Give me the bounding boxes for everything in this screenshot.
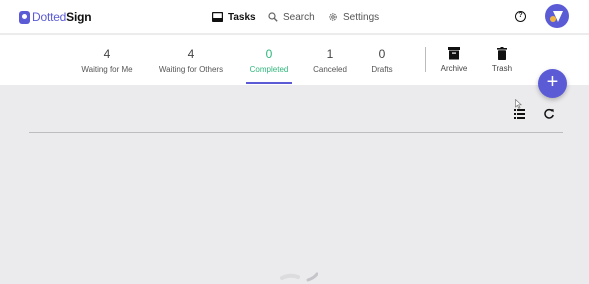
plus-icon: +: [546, 71, 559, 93]
refresh-icon[interactable]: [543, 108, 555, 120]
tab-label: Drafts: [371, 65, 393, 74]
logo-icon: [19, 10, 30, 24]
tab-label: Waiting for Others: [158, 65, 224, 74]
nav-settings[interactable]: Settings: [328, 9, 379, 25]
logo-text-dotted: Dotted: [32, 10, 67, 24]
top-nav-bar: Dotted Sign Tasks Search Settings ?: [0, 0, 589, 34]
content-divider: [29, 132, 563, 133]
nav-settings-label: Settings: [343, 11, 380, 23]
trash-icon: [497, 46, 507, 60]
tab-drafts[interactable]: 0 Drafts: [366, 47, 398, 85]
user-avatar[interactable]: [545, 4, 569, 28]
loading-spinner-icon: [280, 272, 318, 282]
tab-archive[interactable]: Archive: [436, 45, 472, 73]
tab-label: Waiting for Me: [81, 65, 133, 74]
tab-label: Trash: [491, 64, 513, 73]
nav-search-label: Search: [283, 11, 315, 23]
tab-label: Completed: [249, 65, 289, 74]
archive-icon: [448, 46, 460, 59]
tab-count: 4: [103, 47, 111, 61]
add-document-button[interactable]: +: [538, 69, 567, 98]
logo-text-sign: Sign: [66, 10, 92, 24]
tab-trash[interactable]: Trash: [487, 45, 517, 73]
status-tabs-bar: 4 Waiting for Me 4 Waiting for Others 0 …: [0, 35, 589, 85]
nav-search[interactable]: Search: [268, 9, 315, 25]
nav-tasks-label: Tasks: [228, 11, 256, 23]
tab-completed[interactable]: 0 Completed: [246, 47, 292, 85]
tab-label: Canceled: [313, 65, 347, 74]
tab-count: 0: [265, 47, 273, 61]
active-tab-indicator: [246, 82, 292, 84]
dottedsign-logo[interactable]: Dotted Sign: [19, 8, 92, 26]
tab-count: 4: [187, 47, 195, 61]
nav-tasks[interactable]: Tasks: [212, 9, 256, 25]
gear-icon: [329, 13, 337, 21]
inbox-icon: [212, 12, 223, 22]
list-view-icon[interactable]: [514, 109, 525, 119]
tab-waiting-for-me[interactable]: 4 Waiting for Me: [75, 47, 139, 85]
avatar-logo-dot: [550, 16, 556, 22]
mouse-cursor-icon: [515, 99, 522, 109]
tab-count: 1: [326, 47, 334, 61]
tabs-divider: [425, 47, 426, 72]
tab-waiting-for-others[interactable]: 4 Waiting for Others: [153, 47, 229, 85]
tab-count: 0: [378, 47, 386, 61]
search-icon: [268, 12, 278, 22]
tab-canceled[interactable]: 1 Canceled: [310, 47, 350, 85]
tab-label: Archive: [440, 64, 468, 73]
help-icon[interactable]: ?: [515, 11, 526, 22]
